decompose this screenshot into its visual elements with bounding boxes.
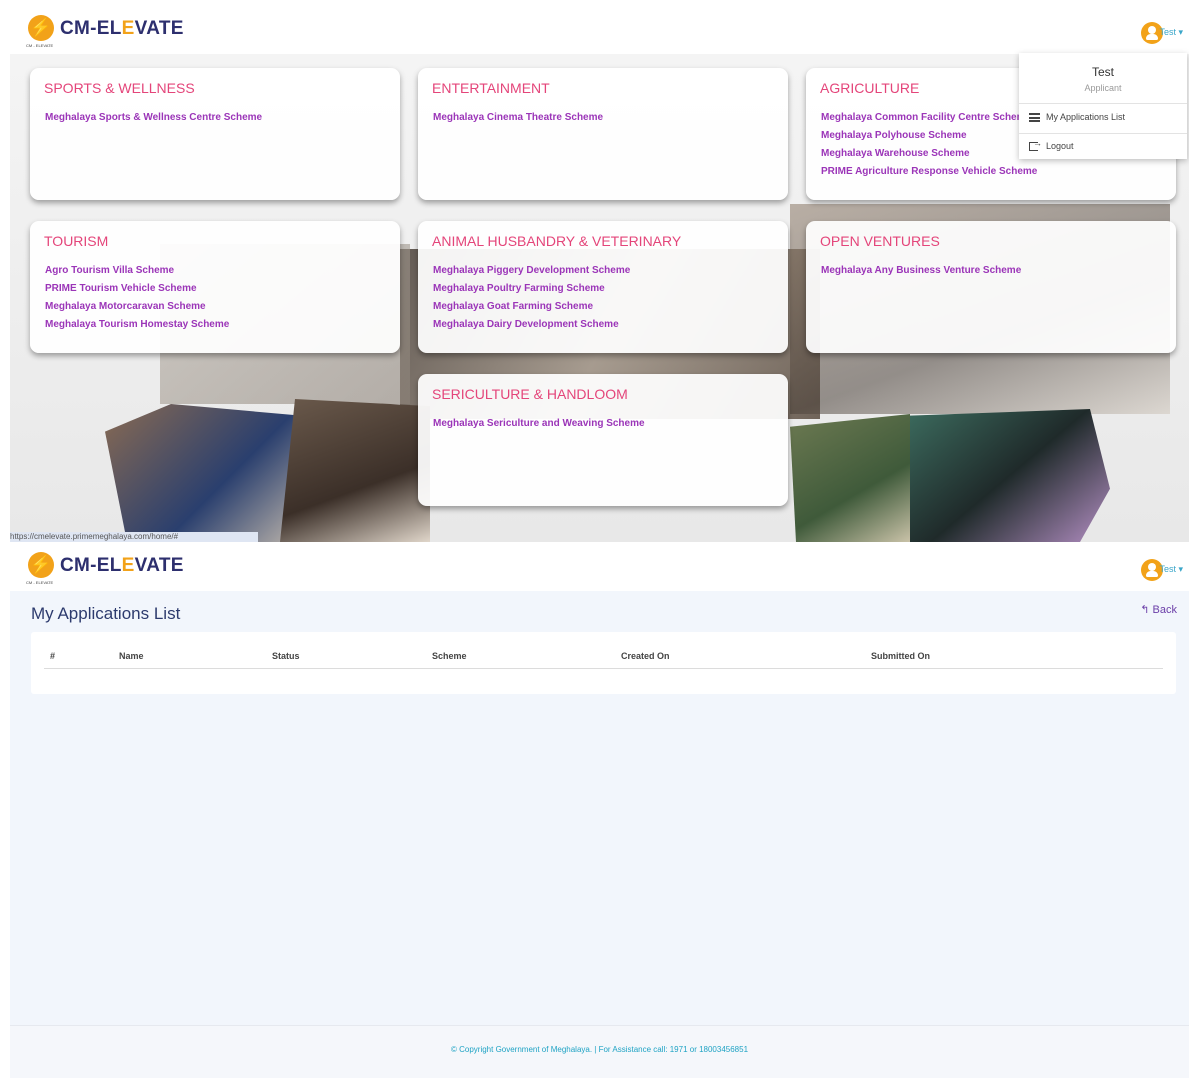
scheme-link[interactable]: Meghalaya Sericulture and Weaving Scheme: [433, 415, 645, 433]
brand-name: CM-ELEVATE: [60, 555, 184, 576]
logout-icon: [1029, 138, 1042, 152]
table-header: # Name Status Scheme Created On Submitte…: [44, 648, 1163, 669]
column-header[interactable]: #: [50, 651, 55, 661]
scheme-link[interactable]: Agro Tourism Villa Scheme: [45, 262, 229, 280]
scheme-link[interactable]: Meghalaya Piggery Development Scheme: [433, 262, 630, 280]
applications-table: # Name Status Scheme Created On Submitte…: [31, 632, 1176, 694]
category-card-animal-husbandry: ANIMAL HUSBANDRY & VETERINARY Meghalaya …: [418, 221, 788, 353]
category-card-tourism: TOURISM Agro Tourism Villa Scheme PRIME …: [30, 221, 400, 353]
scheme-link[interactable]: PRIME Tourism Vehicle Scheme: [45, 280, 229, 298]
scheme-link[interactable]: Meghalaya Poultry Farming Scheme: [433, 280, 630, 298]
column-header[interactable]: Scheme: [432, 651, 467, 661]
menu-item-logout[interactable]: Logout: [1029, 138, 1074, 152]
logo[interactable]: ⚡ CM - ELEVATE: [26, 552, 60, 586]
scheme-link[interactable]: Meghalaya Any Business Venture Scheme: [821, 262, 1021, 280]
footer: © Copyright Government of Meghalaya. | F…: [10, 1025, 1189, 1078]
logo-tagline: CM - ELEVATE: [26, 43, 54, 48]
scheme-link[interactable]: Meghalaya Tourism Homestay Scheme: [45, 316, 229, 334]
column-header[interactable]: Status: [272, 651, 300, 661]
back-button[interactable]: ↰ Back: [1140, 603, 1177, 616]
scheme-link[interactable]: Meghalaya Motorcaravan Scheme: [45, 298, 229, 316]
category-card-entertainment: ENTERTAINMENT Meghalaya Cinema Theatre S…: [418, 68, 788, 200]
category-title: OPEN VENTURES: [820, 233, 940, 249]
category-title: SPORTS & WELLNESS: [44, 80, 195, 96]
column-header[interactable]: Created On: [621, 651, 670, 661]
divider: [1019, 133, 1187, 134]
dropdown-user-name: Test: [1091, 65, 1114, 79]
scheme-link[interactable]: Meghalaya Sports & Wellness Centre Schem…: [45, 109, 262, 127]
user-dropdown-menu: Test Applicant My Applications List Logo…: [1019, 53, 1187, 159]
scheme-link[interactable]: Meghalaya Polyhouse Scheme: [821, 127, 1037, 145]
brand-name: CM-ELEVATE: [60, 18, 184, 39]
scheme-link[interactable]: Meghalaya Cinema Theatre Scheme: [433, 109, 603, 127]
browser-status-url: https://cmelevate.primemeghalaya.com/hom…: [10, 532, 258, 542]
page-title: My Applications List: [31, 604, 181, 623]
category-card-sericulture: SERICULTURE & HANDLOOM Meghalaya Sericul…: [418, 374, 788, 506]
column-header[interactable]: Name: [119, 651, 144, 661]
user-name: Test: [1159, 564, 1176, 574]
category-card-open-ventures: OPEN VENTURES Meghalaya Any Business Ven…: [806, 221, 1176, 353]
scheme-link[interactable]: Meghalaya Warehouse Scheme: [821, 145, 1037, 163]
collage-photo: [790, 414, 910, 542]
top-header: ⚡ CM - ELEVATE CM-ELEVATE Test ▾: [10, 547, 1189, 591]
category-title: AGRICULTURE: [820, 80, 920, 96]
back-arrow-icon: ↰: [1140, 604, 1150, 616]
logo[interactable]: ⚡ CM - ELEVATE: [26, 15, 60, 49]
user-name: Test: [1159, 27, 1176, 37]
top-header: ⚡ CM - ELEVATE CM-ELEVATE Test ▾: [10, 10, 1189, 54]
category-card-sports: SPORTS & WELLNESS Meghalaya Sports & Wel…: [30, 68, 400, 200]
category-title: ENTERTAINMENT: [432, 80, 550, 96]
home-screen: ⚡ CM - ELEVATE CM-ELEVATE Test ▾ SPORTS …: [10, 10, 1189, 542]
dropdown-user-role: Applicant: [1084, 83, 1122, 93]
category-title: SERICULTURE & HANDLOOM: [432, 386, 628, 402]
collage-photo: [280, 399, 430, 542]
scheme-link[interactable]: Meghalaya Goat Farming Scheme: [433, 298, 630, 316]
scheme-link[interactable]: Meghalaya Dairy Development Scheme: [433, 316, 630, 334]
scheme-link[interactable]: Meghalaya Common Facility Centre Scheme: [821, 109, 1037, 127]
scheme-link[interactable]: PRIME Agriculture Response Vehicle Schem…: [821, 163, 1037, 181]
category-title: TOURISM: [44, 233, 109, 249]
menu-icon: [1029, 113, 1040, 123]
menu-item-my-applications[interactable]: My Applications List: [1029, 112, 1125, 123]
applications-screen: ⚡ CM - ELEVATE CM-ELEVATE Test ▾ My Appl…: [10, 547, 1189, 1078]
collage-photo: [910, 409, 1110, 542]
footer-text: © Copyright Government of Meghalaya. | F…: [450, 1045, 749, 1054]
column-header[interactable]: Submitted On: [871, 651, 930, 661]
divider: [1019, 103, 1187, 104]
category-title: ANIMAL HUSBANDRY & VETERINARY: [432, 233, 682, 249]
logo-tagline: CM - ELEVATE: [26, 580, 54, 585]
